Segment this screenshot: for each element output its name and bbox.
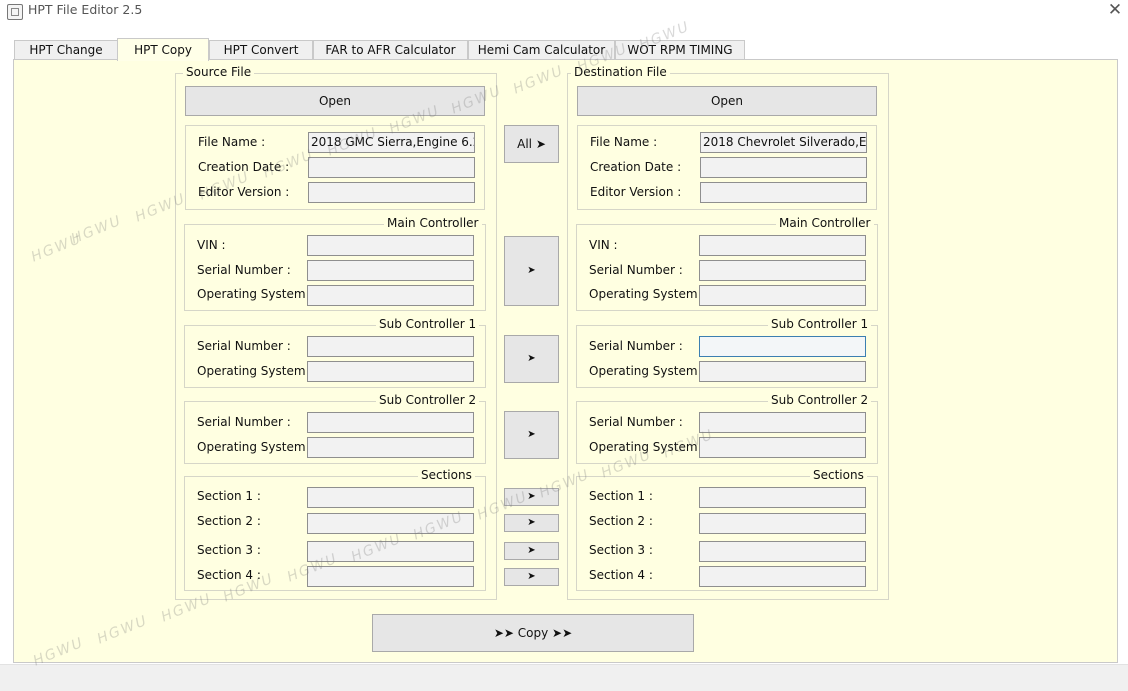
- source-section-2-label: Section 2 :: [197, 514, 261, 528]
- source-editor-version-field[interactable]: [308, 182, 475, 203]
- copy-section-1-button[interactable]: ➤: [504, 488, 559, 506]
- tab-hpt-convert[interactable]: HPT Convert: [209, 40, 313, 59]
- destination-sub1-serial-label: Serial Number :: [589, 339, 683, 353]
- source-section-4-field[interactable]: [307, 566, 474, 587]
- destination-section-1-field[interactable]: [699, 487, 866, 508]
- source-sections-title: Sections: [418, 468, 475, 482]
- destination-vin-field[interactable]: [699, 235, 866, 256]
- destination-section-4-label: Section 4 :: [589, 568, 653, 582]
- destination-section-2-label: Section 2 :: [589, 514, 653, 528]
- source-vin-field[interactable]: [307, 235, 474, 256]
- source-vin-label: VIN :: [197, 238, 226, 252]
- destination-main-os-label: Operating System :: [589, 287, 706, 301]
- destination-sub-controller-2-title: Sub Controller 2: [768, 393, 872, 407]
- destination-sub1-os-label: Operating System :: [589, 364, 706, 378]
- source-file-name-label: File Name :: [198, 135, 266, 149]
- source-section-3-label: Section 3 :: [197, 543, 261, 557]
- destination-main-os-field[interactable]: [699, 285, 866, 306]
- source-main-serial-field[interactable]: [307, 260, 474, 281]
- copy-sub-controller-1-button[interactable]: ➤: [504, 335, 559, 383]
- tab-hpt-change[interactable]: HPT Change: [14, 40, 118, 59]
- app-icon: [7, 4, 23, 20]
- source-main-controller-title: Main Controller: [384, 216, 482, 230]
- source-file-name-field[interactable]: 2018 GMC Sierra,Engine 6.2 V: [308, 132, 475, 153]
- window-title: HPT File Editor 2.5: [28, 2, 143, 17]
- tab-hemi-cam[interactable]: Hemi Cam Calculator: [468, 40, 615, 59]
- source-sub2-serial-field[interactable]: [307, 412, 474, 433]
- destination-section-4-field[interactable]: [699, 566, 866, 587]
- source-sub1-os-label: Operating System :: [197, 364, 314, 378]
- destination-sections-title: Sections: [810, 468, 867, 482]
- source-sub1-serial-label: Serial Number :: [197, 339, 291, 353]
- destination-file-name-label: File Name :: [590, 135, 658, 149]
- destination-sub-controller-1-title: Sub Controller 1: [768, 317, 872, 331]
- source-sub-controller-2-title: Sub Controller 2: [376, 393, 480, 407]
- destination-section-3-label: Section 3 :: [589, 543, 653, 557]
- tab-wot-rpm[interactable]: WOT RPM TIMING: [615, 40, 745, 59]
- source-section-1-field[interactable]: [307, 487, 474, 508]
- status-bar: [0, 664, 1128, 691]
- copy-main-controller-button[interactable]: ➤: [504, 236, 559, 306]
- source-sub1-os-field[interactable]: [307, 361, 474, 382]
- destination-editor-version-field[interactable]: [700, 182, 867, 203]
- destination-section-3-field[interactable]: [699, 541, 866, 562]
- copy-sub-controller-2-button[interactable]: ➤: [504, 411, 559, 459]
- source-creation-date-field[interactable]: [308, 157, 475, 178]
- copy-section-2-button[interactable]: ➤: [504, 514, 559, 532]
- destination-section-2-field[interactable]: [699, 513, 866, 534]
- destination-sub2-serial-field[interactable]: [699, 412, 866, 433]
- destination-sub2-serial-label: Serial Number :: [589, 415, 683, 429]
- source-section-3-field[interactable]: [307, 541, 474, 562]
- destination-sub1-os-field[interactable]: [699, 361, 866, 382]
- source-section-2-field[interactable]: [307, 513, 474, 534]
- copy-button[interactable]: ➤➤ Copy ➤➤: [372, 614, 694, 652]
- copy-section-3-button[interactable]: ➤: [504, 542, 559, 560]
- source-file-title: Source File: [183, 65, 255, 79]
- source-sub2-os-label: Operating System :: [197, 440, 314, 454]
- destination-vin-label: VIN :: [589, 238, 618, 252]
- source-main-os-field[interactable]: [307, 285, 474, 306]
- source-sub-controller-1-title: Sub Controller 1: [376, 317, 480, 331]
- destination-creation-date-field[interactable]: [700, 157, 867, 178]
- destination-sub2-os-label: Operating System :: [589, 440, 706, 454]
- title-bar: [0, 0, 1128, 24]
- close-button[interactable]: ✕: [1102, 0, 1128, 22]
- source-sub2-os-field[interactable]: [307, 437, 474, 458]
- source-section-1-label: Section 1 :: [197, 489, 261, 503]
- destination-section-1-label: Section 1 :: [589, 489, 653, 503]
- destination-sub1-serial-field[interactable]: [699, 336, 866, 357]
- destination-open-button[interactable]: Open: [577, 86, 877, 116]
- tab-hpt-copy[interactable]: HPT Copy: [117, 38, 209, 61]
- source-section-4-label: Section 4 :: [197, 568, 261, 582]
- source-main-os-label: Operating System :: [197, 287, 314, 301]
- destination-editor-version-label: Editor Version :: [590, 185, 682, 199]
- destination-main-serial-field[interactable]: [699, 260, 866, 281]
- copy-section-4-button[interactable]: ➤: [504, 568, 559, 586]
- tab-far-to-afr[interactable]: FAR to AFR Calculator: [313, 40, 468, 59]
- destination-main-controller-title: Main Controller: [776, 216, 874, 230]
- destination-creation-date-label: Creation Date :: [590, 160, 682, 174]
- source-sub2-serial-label: Serial Number :: [197, 415, 291, 429]
- source-editor-version-label: Editor Version :: [198, 185, 290, 199]
- source-creation-date-label: Creation Date :: [198, 160, 290, 174]
- source-sub1-serial-field[interactable]: [307, 336, 474, 357]
- source-open-button[interactable]: Open: [185, 86, 485, 116]
- destination-main-serial-label: Serial Number :: [589, 263, 683, 277]
- source-main-serial-label: Serial Number :: [197, 263, 291, 277]
- destination-file-name-field[interactable]: 2018 Chevrolet Silverado,Eng: [700, 132, 867, 153]
- copy-all-button[interactable]: All ➤: [504, 125, 559, 163]
- destination-file-title: Destination File: [571, 65, 670, 79]
- destination-sub2-os-field[interactable]: [699, 437, 866, 458]
